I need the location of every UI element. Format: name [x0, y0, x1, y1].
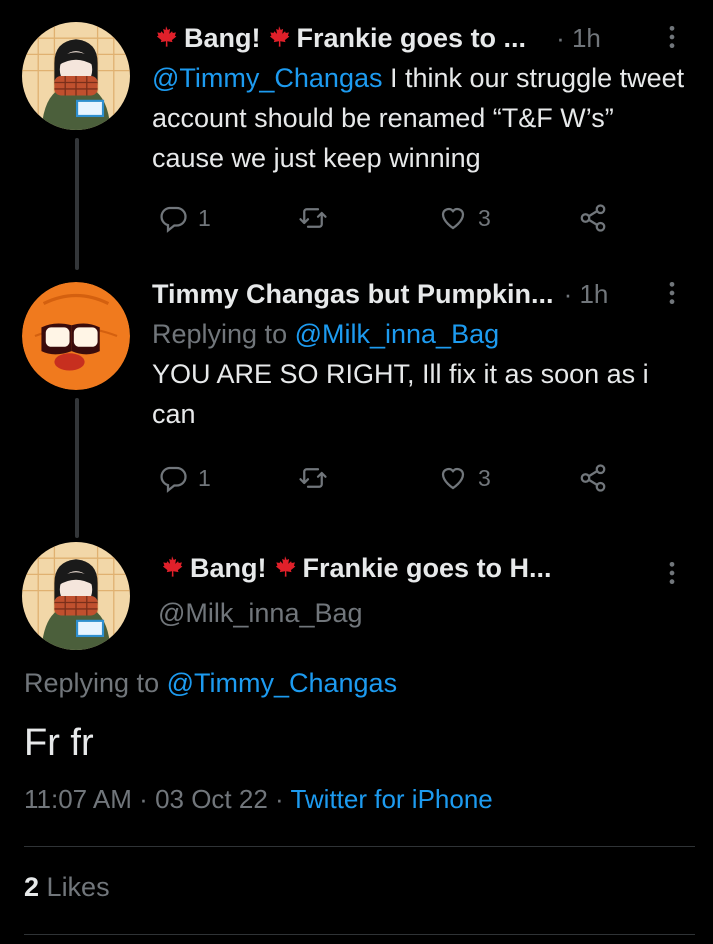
- tweet-text: @Timmy_Changas I think our struggle twee…: [152, 58, 685, 178]
- reply-icon: [160, 466, 187, 493]
- name-part-2: Frankie goes to ...: [296, 22, 527, 53]
- retweet-button[interactable]: [298, 203, 328, 233]
- display-name[interactable]: Bang! Frankie goes to H...: [158, 553, 552, 584]
- tweet-actions: 1 3: [152, 458, 622, 498]
- heart-icon: [441, 207, 465, 230]
- likes-number: 2: [24, 872, 40, 902]
- retweet-icon: [299, 468, 327, 488]
- avatar[interactable]: [22, 542, 130, 650]
- tweet-time[interactable]: · 1h: [556, 23, 601, 54]
- replying-to: Replying to @Milk_inna_Bag: [152, 314, 685, 354]
- avatar[interactable]: [22, 22, 130, 130]
- like-count: 3: [478, 464, 491, 491]
- reply-button[interactable]: 1: [158, 463, 211, 493]
- avatar-image: [22, 542, 130, 650]
- avatar-image: [22, 22, 130, 130]
- more-icon[interactable]: [659, 560, 685, 586]
- name-part-1: Bang!: [190, 552, 267, 583]
- separator-dot: ·: [275, 784, 291, 814]
- avatar-image: [22, 282, 130, 390]
- maple-leaf-icon: [152, 25, 180, 51]
- heart-icon: [441, 467, 465, 490]
- share-button[interactable]: [578, 203, 608, 233]
- like-button[interactable]: 3: [438, 203, 491, 233]
- more-icon[interactable]: [659, 24, 685, 50]
- tweet-time[interactable]: · 1h: [564, 279, 609, 310]
- maple-leaf-icon: [271, 555, 299, 581]
- divider: [24, 846, 695, 847]
- maple-leaf-icon: [265, 25, 293, 51]
- divider: [24, 934, 695, 935]
- tweet-time[interactable]: 11:07 AM: [24, 784, 132, 814]
- tweet-text: YOU ARE SO RIGHT, Ill fix it as soon as …: [152, 359, 649, 429]
- likes-label: Likes: [46, 872, 110, 902]
- reply-count: 1: [198, 204, 211, 231]
- like-button[interactable]: 3: [438, 463, 491, 493]
- tweet-header: Timmy Changas but Pumpkin... · 1h: [152, 274, 685, 314]
- tweet-timestamp: 11:07 AM · 03 Oct 22 · Twitter for iPhon…: [24, 784, 493, 815]
- replying-prefix: Replying to: [152, 319, 295, 349]
- share-icon: [580, 464, 606, 492]
- tweet-date[interactable]: 03 Oct 22: [155, 784, 268, 814]
- display-name[interactable]: Bang! Frankie goes to ...: [152, 23, 526, 54]
- tweet-header: Bang! Frankie goes to H...: [152, 548, 685, 588]
- reply-button[interactable]: 1: [158, 203, 211, 233]
- tweet-source-link[interactable]: Twitter for iPhone: [290, 784, 492, 814]
- replying-handle-link[interactable]: @Timmy_Changas: [167, 668, 397, 698]
- display-name[interactable]: Timmy Changas but Pumpkin...: [152, 279, 554, 310]
- tweet-actions: 1 3: [152, 198, 622, 238]
- main-tweet-text: Fr fr: [24, 722, 94, 764]
- like-count: 3: [478, 204, 491, 231]
- tweet-2[interactable]: Timmy Changas but Pumpkin... · 1h Replyi…: [152, 274, 685, 434]
- user-handle[interactable]: @Milk_inna_Bag: [152, 598, 685, 629]
- likes-count-link[interactable]: 2 Likes: [24, 872, 110, 903]
- main-tweet-header: Bang! Frankie goes to H... @Milk_inna_Ba…: [152, 548, 685, 629]
- avatar[interactable]: [22, 282, 130, 390]
- thread-line: [75, 138, 79, 270]
- more-icon[interactable]: [659, 280, 685, 306]
- tweet-header: Bang! Frankie goes to ... · 1h: [152, 18, 685, 58]
- reply-count: 1: [198, 464, 211, 491]
- share-button[interactable]: [578, 463, 608, 493]
- retweet-icon: [299, 208, 327, 228]
- tweet-1[interactable]: Bang! Frankie goes to ... · 1h @Timmy_Ch…: [152, 18, 685, 178]
- retweet-button[interactable]: [298, 463, 328, 493]
- share-icon: [580, 204, 606, 232]
- thread-line: [75, 398, 79, 538]
- replying-to: Replying to @Timmy_Changas: [24, 668, 397, 699]
- mention-link[interactable]: @Timmy_Changas: [152, 63, 382, 93]
- separator-dot: ·: [139, 784, 156, 814]
- replying-prefix: Replying to: [24, 668, 167, 698]
- maple-leaf-icon: [158, 555, 186, 581]
- reply-icon: [160, 206, 187, 233]
- replying-handle-link[interactable]: @Milk_inna_Bag: [295, 319, 500, 349]
- name-part-1: Bang!: [184, 22, 261, 53]
- name-part-2: Frankie goes to H...: [302, 552, 552, 583]
